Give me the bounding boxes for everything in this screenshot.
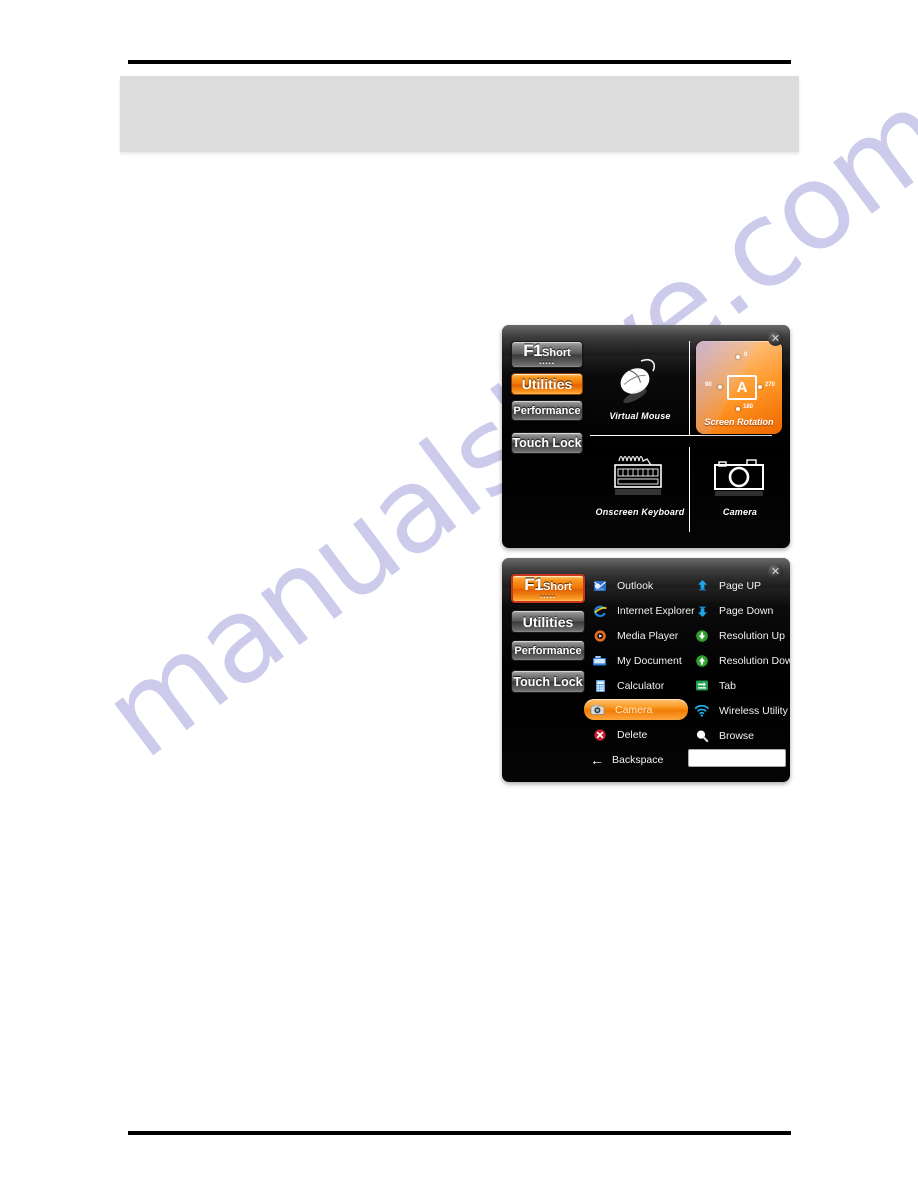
list-item-resolution-up[interactable]: Resolution Up xyxy=(688,625,788,646)
list-item-outlook[interactable]: Outlook xyxy=(586,575,688,596)
list-item-wireless-utility[interactable]: Wireless Utility xyxy=(688,700,788,721)
tab-performance-label: Performance xyxy=(513,404,581,417)
list-item-media-player[interactable]: Media Player xyxy=(586,625,688,646)
list-item-resolution-down-label: Resolution Down xyxy=(719,654,790,667)
header-gray-box xyxy=(120,76,799,152)
list-item-tab-label: Tab xyxy=(719,679,736,692)
tile-virtual-mouse-label: Virtual Mouse xyxy=(609,411,671,421)
list-item-wireless-utility-label: Wireless Utility xyxy=(719,704,788,717)
list-item-page-up-label: Page UP xyxy=(719,579,762,592)
utilities-panel[interactable]: ✕ F1Short ▪▪▪▪▪ Utilities Performance To… xyxy=(502,325,790,548)
tile-divider-horizontal xyxy=(590,435,772,436)
tab-performance-label: Performance xyxy=(514,644,582,657)
keyboard-icon xyxy=(594,443,686,505)
tile-onscreen-keyboard-label: Onscreen Keyboard xyxy=(595,507,685,517)
list-item-page-down[interactable]: Page Down xyxy=(688,600,788,621)
tab-f1short-main: F1 xyxy=(524,575,544,594)
tile-screen-rotation-label: Screen Rotation xyxy=(704,417,774,427)
watermark-text: manualshive.com xyxy=(78,64,918,785)
tab-f1short-sub: Short xyxy=(542,347,571,359)
list-item-camera[interactable]: Camera xyxy=(584,699,688,720)
tile-camera-label: Camera xyxy=(722,507,758,517)
tab-touch-lock[interactable]: Touch Lock xyxy=(511,670,585,693)
outlook-icon xyxy=(590,577,610,595)
arrow-left-icon: ← xyxy=(590,752,604,768)
list-item-delete-label: Delete xyxy=(617,728,648,741)
tab-f1short-label: F1Short xyxy=(523,342,571,360)
tile-camera[interactable]: Camera xyxy=(694,443,786,533)
close-icon[interactable]: ✕ xyxy=(768,564,783,579)
page-up-icon xyxy=(692,577,712,595)
resolution-down-icon xyxy=(692,652,712,670)
rotation-dot-90 xyxy=(718,385,722,389)
footer-rule xyxy=(128,1131,791,1135)
rotation-dot-0 xyxy=(736,355,740,359)
list-item-delete[interactable]: Delete xyxy=(586,724,688,745)
list-item-camera-label: Camera xyxy=(615,703,653,716)
tab-utilities-label: Utilities xyxy=(522,613,574,630)
tab-f1short[interactable]: F1Short ▪▪▪▪▪ xyxy=(511,341,583,368)
list-item-browse-label: Browse xyxy=(719,729,755,742)
rotation-center-letter: A xyxy=(736,379,748,396)
list-item-calculator[interactable]: Calculator xyxy=(586,675,688,696)
camera-icon xyxy=(694,443,786,505)
tab-touch-lock[interactable]: Touch Lock xyxy=(511,432,583,454)
tile-virtual-mouse[interactable]: Virtual Mouse xyxy=(594,343,686,431)
list-item-resolution-down[interactable]: Resolution Down xyxy=(688,650,790,671)
tab-f1short-dots: ▪▪▪▪▪ xyxy=(539,361,555,367)
tab-f1short-dots: ▪▪▪▪▪ xyxy=(540,595,556,601)
internet-explorer-icon xyxy=(590,602,610,620)
rotation-dot-180 xyxy=(736,407,740,411)
tab-touch-lock-label: Touch Lock xyxy=(512,436,582,450)
my-document-icon xyxy=(590,652,610,670)
resolution-up-icon xyxy=(692,627,712,645)
f1short-panel[interactable]: ✕ F1Short ▪▪▪▪▪ Utilities Performance To… xyxy=(502,558,790,782)
tile-onscreen-keyboard[interactable]: Onscreen Keyboard xyxy=(594,443,686,533)
search-input[interactable] xyxy=(688,749,786,767)
list-item-resolution-up-label: Resolution Up xyxy=(719,629,785,642)
list-item-media-player-label: Media Player xyxy=(617,629,679,642)
tab-f1short[interactable]: F1Short ▪▪▪▪▪ xyxy=(511,574,585,603)
list-item-internet-explorer-label: Internet Explorer xyxy=(617,604,695,617)
browse-icon xyxy=(692,727,712,745)
tile-divider-vertical-top xyxy=(689,341,690,436)
list-item-tab[interactable]: Tab xyxy=(688,675,788,696)
tab-utilities-label: Utilities xyxy=(521,376,573,392)
list-item-page-down-label: Page Down xyxy=(719,604,774,617)
page-down-icon xyxy=(692,602,712,620)
tab-f1short-main: F1 xyxy=(523,341,543,360)
rotation-dot-270 xyxy=(758,385,762,389)
rotation-angle-0: 0 xyxy=(744,352,748,358)
tab-performance[interactable]: Performance xyxy=(511,640,585,661)
delete-icon xyxy=(590,726,610,744)
list-item-calculator-label: Calculator xyxy=(617,679,665,692)
rotation-angle-90: 90 xyxy=(705,382,712,388)
media-player-icon xyxy=(590,627,610,645)
list-item-outlook-label: Outlook xyxy=(617,579,654,592)
tile-screen-rotation[interactable]: 0 90 270 180 A Screen Rotation xyxy=(696,341,782,434)
tab-performance[interactable]: Performance xyxy=(511,400,583,421)
tab-f1short-sub: Short xyxy=(543,581,572,593)
mouse-icon xyxy=(594,347,686,409)
tile-divider-vertical-bottom xyxy=(689,447,690,532)
rotation-screen-frame: A xyxy=(727,375,757,400)
tab-utilities[interactable]: Utilities xyxy=(511,373,583,395)
tab-f1short-label: F1Short xyxy=(524,576,572,594)
list-item-my-document[interactable]: My Document xyxy=(586,650,688,671)
backspace-label: Backspace xyxy=(612,754,664,766)
camera-small-icon xyxy=(588,701,608,719)
backspace-button[interactable]: ← Backspace xyxy=(590,750,700,770)
tab-icon xyxy=(692,677,712,695)
tab-utilities[interactable]: Utilities xyxy=(511,610,585,633)
calculator-icon xyxy=(590,677,610,695)
rotation-angle-180: 180 xyxy=(743,404,754,410)
rotation-angle-270: 270 xyxy=(765,382,776,388)
header-rule xyxy=(128,60,791,64)
list-item-browse[interactable]: Browse xyxy=(688,725,788,746)
list-item-my-document-label: My Document xyxy=(617,654,682,667)
list-item-internet-explorer[interactable]: Internet Explorer xyxy=(586,600,695,621)
tab-touch-lock-label: Touch Lock xyxy=(513,674,583,689)
wireless-icon xyxy=(692,702,712,720)
close-icon[interactable]: ✕ xyxy=(768,331,783,346)
